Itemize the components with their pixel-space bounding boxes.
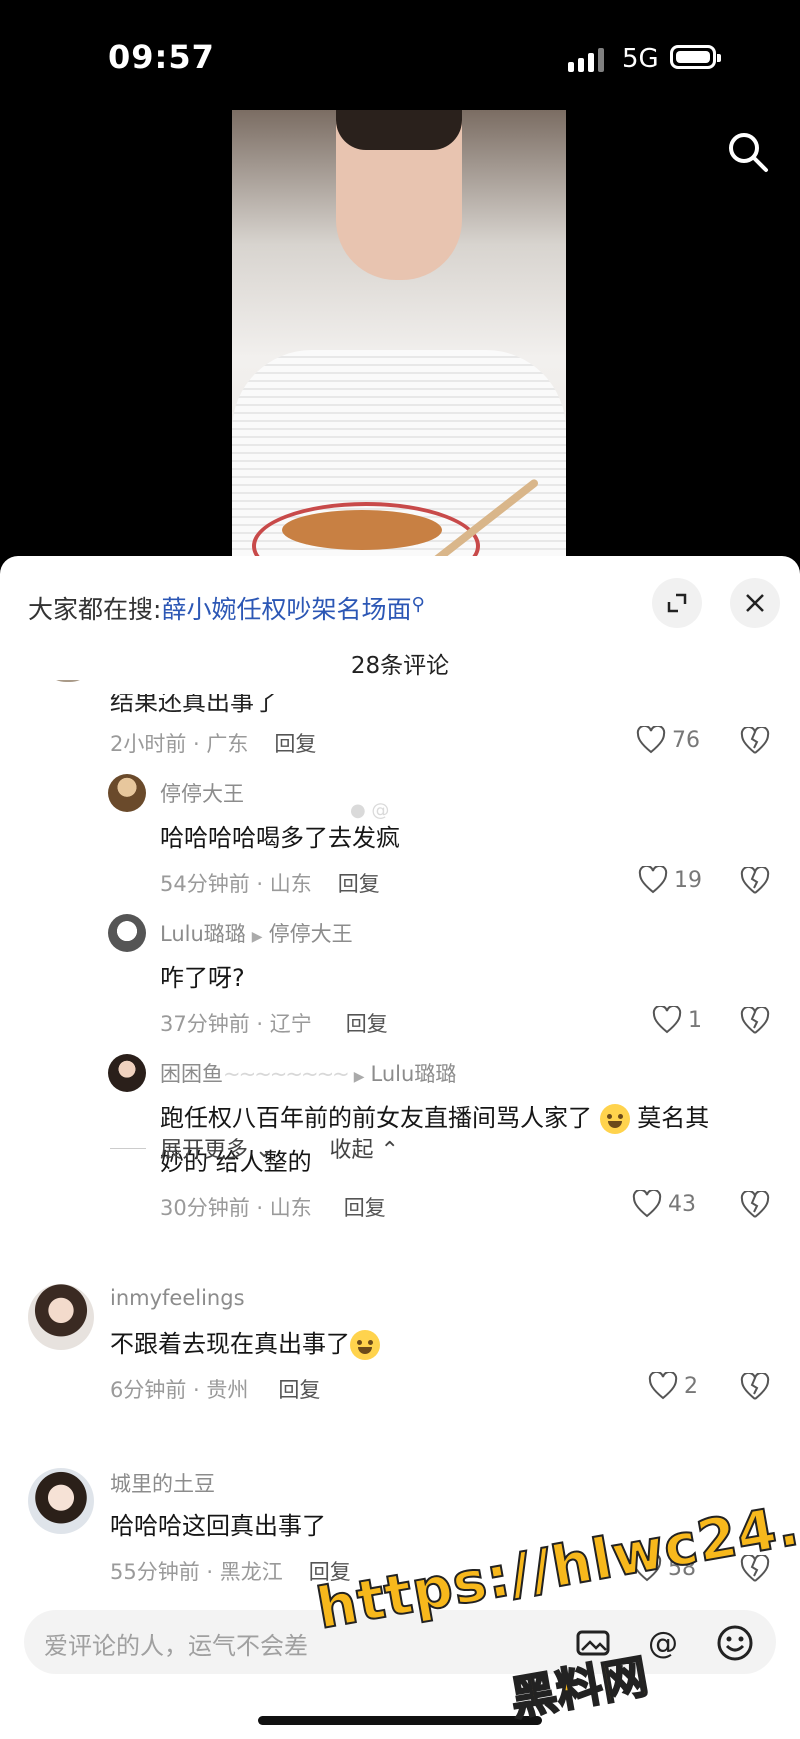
reply-button[interactable]: 回复 bbox=[346, 1012, 388, 1036]
reply-arrow-icon: ▶ bbox=[353, 1069, 365, 1085]
comment-username[interactable]: 城里的土豆 bbox=[110, 1468, 215, 1498]
comment-time: 55分钟前 · 黑龙江 bbox=[110, 1560, 283, 1584]
comment-text: 不跟着去现在真出事了 bbox=[110, 1322, 380, 1366]
broken-heart-icon[interactable] bbox=[740, 1373, 770, 1401]
comment-meta: 6分钟前 · 贵州 回复 bbox=[110, 1374, 320, 1404]
comment-time: 37分钟前 · 辽宁 bbox=[160, 1012, 312, 1036]
like-count: 1 bbox=[688, 1007, 702, 1033]
trending-search[interactable]: 大家都在搜:薛小婉任权吵架名场面⚲ bbox=[28, 590, 425, 626]
comment-time: 30分钟前 · 山东 bbox=[160, 1196, 312, 1220]
trending-query-link[interactable]: 薛小婉任权吵架名场面 bbox=[161, 595, 411, 624]
home-indicator bbox=[258, 1716, 542, 1725]
video-player[interactable] bbox=[232, 110, 566, 560]
collapse-label: 收起 bbox=[329, 1138, 374, 1163]
close-button[interactable] bbox=[730, 578, 780, 628]
avatar[interactable] bbox=[108, 774, 146, 812]
like-button[interactable]: 1 bbox=[652, 1006, 702, 1034]
reply-to-user[interactable]: 停停大王 bbox=[269, 922, 353, 946]
chevron-down-icon: ⌄ bbox=[255, 1138, 274, 1163]
trending-label: 大家都在搜: bbox=[28, 595, 162, 624]
broken-heart-icon[interactable] bbox=[740, 727, 770, 755]
like-count: 76 bbox=[672, 727, 700, 753]
reply-button[interactable]: 回复 bbox=[344, 1196, 386, 1220]
collapse-button[interactable]: 收起 ⌃ bbox=[329, 1132, 398, 1164]
expand-more-button[interactable]: 展开更多 ⌄ bbox=[160, 1132, 273, 1164]
comment-time: 54分钟前 · 山东 bbox=[160, 872, 312, 896]
comment-text-line1-end: 莫名其 bbox=[637, 1104, 710, 1132]
comment-text: 结果还真出事了 bbox=[110, 688, 278, 716]
comment-meta: 54分钟前 · 山东 回复 bbox=[160, 868, 380, 898]
comment-username-link[interactable]: Lulu璐璐 bbox=[160, 922, 246, 946]
small-search-icon: ⚲ bbox=[411, 594, 425, 615]
comment-input-placeholder: 爱评论的人，运气不会差 bbox=[44, 1632, 308, 1660]
comment-text-body: 不跟着去现在真出事了 bbox=[110, 1330, 350, 1358]
comment-username: 困困鱼~~~~~~~~ ▶ Lulu璐璐 bbox=[160, 1058, 456, 1088]
expand-row: 展开更多 ⌄ 收起 ⌃ bbox=[110, 1132, 399, 1164]
broken-heart-icon[interactable] bbox=[740, 1007, 770, 1035]
comment-username[interactable]: 停停大王 bbox=[160, 778, 244, 808]
heart-icon bbox=[638, 866, 668, 894]
comment-username: Lulu璐璐 ▶ 停停大王 bbox=[160, 918, 353, 948]
like-button[interactable]: 2 bbox=[648, 1372, 698, 1400]
chevron-up-icon: ⌃ bbox=[380, 1138, 399, 1163]
battery-icon bbox=[670, 45, 721, 69]
expand-button[interactable] bbox=[652, 578, 702, 628]
comment-meta: 2小时前 · 广东 回复 bbox=[110, 728, 316, 758]
avatar[interactable] bbox=[28, 1284, 94, 1350]
reply-arrow-icon: ▶ bbox=[251, 929, 263, 945]
search-icon[interactable] bbox=[726, 130, 770, 174]
comment-text: 哈哈哈哈喝多了去发疯 bbox=[160, 824, 400, 852]
like-count: 2 bbox=[684, 1373, 698, 1399]
like-button[interactable]: 19 bbox=[638, 866, 702, 894]
network-type: 5G bbox=[622, 44, 659, 74]
emoji-icon[interactable] bbox=[716, 1624, 754, 1662]
heart-icon bbox=[648, 1372, 678, 1400]
avatar[interactable] bbox=[108, 1054, 146, 1092]
comment-meta: 37分钟前 · 辽宁 回复 bbox=[160, 1008, 388, 1038]
reply-to-user[interactable]: Lulu璐璐 bbox=[371, 1062, 457, 1086]
status-time: 09:57 bbox=[108, 38, 215, 76]
video-subject-hair bbox=[336, 110, 462, 150]
comment-meta: 30分钟前 · 山东 回复 bbox=[160, 1192, 386, 1222]
like-button[interactable]: 76 bbox=[636, 726, 700, 754]
decorative-username-flourish: ~~~~~~~~ bbox=[223, 1062, 350, 1086]
crying-laughing-emoji-icon bbox=[599, 1104, 630, 1134]
broken-heart-icon[interactable] bbox=[740, 867, 770, 895]
comment-count: 28条评论 bbox=[350, 653, 450, 679]
comment-username-link[interactable]: 困困鱼 bbox=[160, 1062, 223, 1086]
svg-text:@: @ bbox=[648, 1626, 678, 1661]
reply-button[interactable]: 回复 bbox=[274, 732, 316, 756]
like-count: 43 bbox=[668, 1191, 696, 1217]
signal-icon bbox=[568, 46, 612, 72]
divider bbox=[110, 1147, 146, 1149]
comment-time: 6分钟前 · 贵州 bbox=[110, 1378, 249, 1402]
weibo-watermark: ● @ bbox=[350, 800, 390, 821]
expand-more-label: 展开更多 bbox=[160, 1138, 249, 1163]
heart-icon bbox=[636, 726, 666, 754]
grinning-sweat-emoji-icon bbox=[350, 1330, 380, 1360]
heart-icon bbox=[632, 1190, 662, 1218]
comment-username[interactable]: inmyfeelings bbox=[110, 1286, 245, 1310]
close-icon bbox=[746, 594, 764, 612]
comment-text: 哈哈哈这回真出事了 bbox=[110, 1512, 326, 1540]
like-count: 19 bbox=[674, 867, 702, 893]
avatar[interactable] bbox=[28, 1468, 94, 1534]
like-button[interactable]: 43 bbox=[632, 1190, 696, 1218]
expand-icon bbox=[667, 593, 687, 613]
broken-heart-icon[interactable] bbox=[740, 1191, 770, 1219]
comment-time: 2小时前 · 广东 bbox=[110, 732, 249, 756]
avatar[interactable] bbox=[108, 914, 146, 952]
reply-button[interactable]: 回复 bbox=[278, 1378, 320, 1402]
comment-text-line1: 跑任权八百年前的前女友直播间骂人家了 bbox=[160, 1104, 592, 1132]
at-mention-icon[interactable]: @ bbox=[644, 1624, 682, 1662]
reply-button[interactable]: 回复 bbox=[338, 872, 380, 896]
comment-text: 咋了呀? bbox=[160, 964, 245, 992]
status-bar: 09:57 5G bbox=[0, 0, 800, 110]
heart-icon bbox=[652, 1006, 682, 1034]
